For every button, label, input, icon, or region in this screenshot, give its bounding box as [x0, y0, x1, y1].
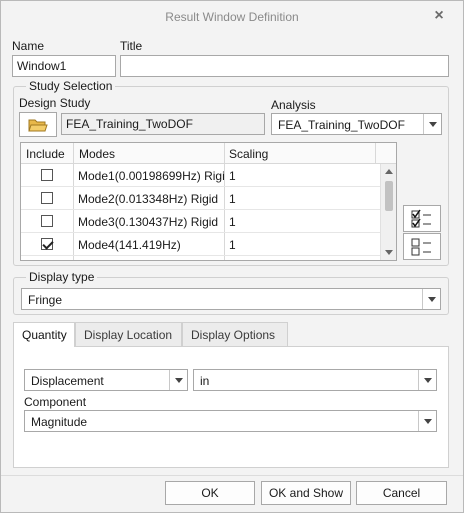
- folder-open-icon: [28, 119, 48, 132]
- title-label: Title: [120, 39, 143, 53]
- table-header: Include Modes Scaling: [21, 143, 396, 164]
- uncheck-all-icon: [411, 238, 431, 256]
- scaling-cell[interactable]: 1: [229, 215, 236, 229]
- scroll-up-icon[interactable]: [385, 169, 393, 174]
- tab-display-options[interactable]: Display Options: [182, 322, 288, 346]
- tab-quantity[interactable]: Quantity: [13, 322, 75, 347]
- units-dropdown[interactable]: in: [193, 369, 437, 391]
- analysis-dropdown[interactable]: FEA_Training_TwoDOF: [271, 113, 442, 135]
- mode-cell: Mode3(0.130437Hz) Rigid: [78, 215, 219, 229]
- include-checkbox[interactable]: [41, 192, 53, 204]
- quantity-dropdown[interactable]: Displacement: [24, 369, 188, 391]
- analysis-value: FEA_Training_TwoDOF: [278, 118, 405, 132]
- select-all-button[interactable]: [403, 205, 441, 232]
- component-dropdown[interactable]: Magnitude: [24, 410, 437, 432]
- title-bar: Result Window Definition ×: [1, 1, 463, 33]
- name-input[interactable]: Window1: [12, 55, 116, 77]
- units-value: in: [200, 374, 210, 388]
- chevron-down-icon: [418, 370, 436, 390]
- display-type-legend: Display type: [26, 270, 98, 284]
- design-study-field: FEA_Training_TwoDOF: [61, 113, 265, 135]
- mode-cell: Mode1(0.00198699Hz) Rigid: [78, 169, 224, 183]
- mode-cell: Mode4(141.419Hz): [78, 238, 181, 252]
- include-checkbox[interactable]: [41, 169, 53, 181]
- table-row[interactable]: Mode3(0.130437Hz) Rigid 1: [21, 210, 380, 233]
- scaling-cell[interactable]: 1: [229, 169, 236, 183]
- footer-divider: [1, 475, 463, 476]
- ok-button[interactable]: OK: [165, 481, 255, 505]
- column-divider: [375, 143, 376, 164]
- quantity-value: Displacement: [31, 374, 104, 388]
- component-label: Component: [24, 395, 87, 409]
- table-row[interactable]: Mode4(141.419Hz) 1: [21, 233, 380, 256]
- mode-cell: Mode2(0.013348Hz) Rigid: [78, 192, 219, 206]
- include-checkbox[interactable]: [41, 215, 53, 227]
- header-modes: Modes: [79, 147, 116, 161]
- chevron-down-icon: [423, 114, 441, 134]
- header-scaling: Scaling: [229, 147, 269, 161]
- name-label: Name: [12, 39, 45, 53]
- table-row[interactable]: Mode1(0.00198699Hz) Rigid 1: [21, 164, 380, 187]
- scaling-cell[interactable]: 1: [229, 192, 236, 206]
- analysis-label: Analysis: [271, 98, 316, 112]
- component-value: Magnitude: [31, 415, 88, 429]
- modes-table: Include Modes Scaling Mode1(0.00198699Hz…: [20, 142, 397, 261]
- display-type-dropdown[interactable]: Fringe: [21, 288, 441, 310]
- table-row[interactable]: Mode2(0.013348Hz) Rigid 1: [21, 187, 380, 210]
- close-icon[interactable]: ×: [431, 8, 447, 24]
- result-window-definition-dialog: Result Window Definition × Name Window1 …: [0, 0, 464, 513]
- chevron-down-icon: [422, 289, 440, 309]
- scroll-down-icon[interactable]: [385, 250, 393, 255]
- chevron-down-icon: [418, 411, 436, 431]
- dialog-title: Result Window Definition: [165, 10, 299, 24]
- scroll-thumb[interactable]: [385, 181, 393, 211]
- clear-all-button[interactable]: [403, 233, 441, 260]
- check-all-icon: [411, 209, 431, 228]
- display-type-value: Fringe: [28, 293, 63, 307]
- tab-display-location[interactable]: Display Location: [75, 322, 182, 346]
- study-selection-legend: Study Selection: [26, 79, 116, 93]
- scaling-cell[interactable]: 1: [229, 238, 236, 252]
- table-scrollbar[interactable]: [380, 164, 396, 260]
- title-input[interactable]: [120, 55, 449, 77]
- open-design-study-button[interactable]: [19, 112, 57, 137]
- ok-and-show-button[interactable]: OK and Show: [261, 481, 351, 505]
- design-study-label: Design Study: [19, 96, 91, 110]
- header-include: Include: [26, 147, 65, 161]
- include-checkbox[interactable]: [41, 238, 53, 250]
- cancel-button[interactable]: Cancel: [356, 481, 447, 505]
- chevron-down-icon: [169, 370, 187, 390]
